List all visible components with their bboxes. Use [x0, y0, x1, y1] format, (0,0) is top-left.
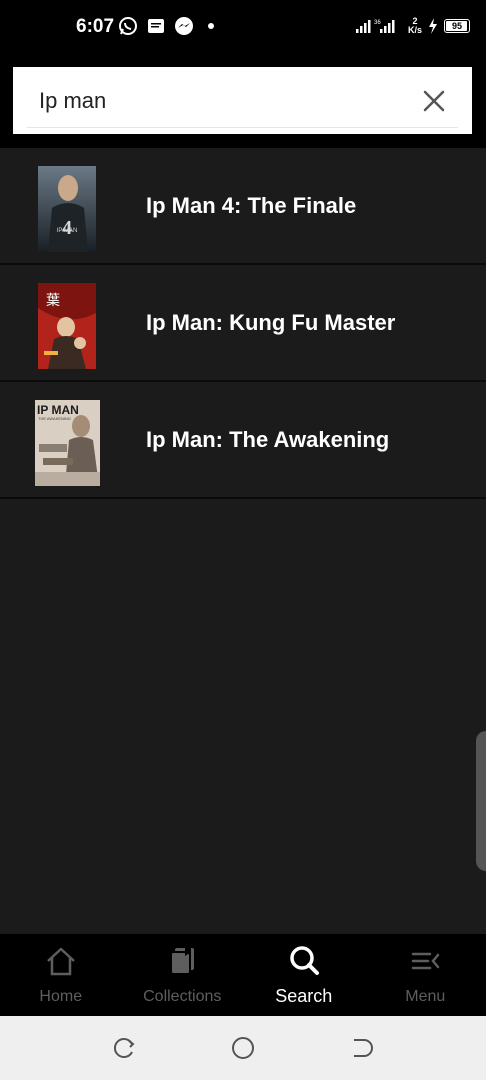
- recents-icon[interactable]: [112, 1036, 136, 1060]
- signal-icon: 36: [355, 20, 395, 33]
- messenger-icon: [175, 17, 193, 35]
- network-speed-unit: K/s: [407, 25, 422, 35]
- poster-text: IP MAN: [57, 228, 78, 234]
- movie-poster: IP MAN THE AWAKENING: [35, 400, 100, 486]
- collections-icon: [170, 948, 195, 975]
- more-notifications-dot: [208, 23, 214, 29]
- scroll-handle[interactable]: [476, 731, 486, 871]
- status-time: 6:07: [76, 16, 115, 37]
- message-icon: [148, 19, 164, 33]
- search-bar: [13, 67, 472, 134]
- whatsapp-icon: [119, 17, 137, 35]
- nav-collections[interactable]: Collections: [122, 934, 244, 1016]
- clear-search-icon[interactable]: [422, 89, 446, 113]
- nav-menu[interactable]: Menu: [365, 934, 486, 1016]
- result-title: Ip Man: Kung Fu Master: [146, 309, 396, 335]
- result-title: Ip Man: The Awakening: [146, 426, 390, 452]
- movie-poster: 4 IP MAN: [38, 166, 96, 252]
- nav-search-label: Search: [275, 986, 333, 1006]
- nav-menu-label: Menu: [405, 988, 446, 1005]
- system-navigation-bar: [0, 1016, 486, 1080]
- nav-home-label: Home: [39, 988, 83, 1005]
- search-results-list: 4 IP MAN Ip Man 4: The Finale 葉 Ip Man: …: [0, 148, 486, 934]
- search-input[interactable]: [39, 85, 399, 117]
- result-item[interactable]: 4 IP MAN Ip Man 4: The Finale: [0, 148, 486, 265]
- home-button-icon[interactable]: [231, 1036, 255, 1060]
- battery-level: 95: [451, 21, 462, 31]
- nav-collections-label: Collections: [143, 988, 222, 1005]
- result-item[interactable]: 葉 Ip Man: Kung Fu Master: [0, 265, 486, 382]
- back-icon[interactable]: [350, 1036, 374, 1060]
- charging-icon: [429, 18, 437, 34]
- notification-icons: [118, 16, 214, 36]
- status-bar: 6:07 36 2 K/s 95: [0, 0, 486, 56]
- home-icon: [46, 947, 75, 976]
- result-item[interactable]: IP MAN THE AWAKENING Ip Man: The Awakeni…: [0, 382, 486, 499]
- nav-home[interactable]: Home: [0, 934, 122, 1016]
- search-icon: [290, 946, 319, 975]
- poster-subtext: THE AWAKENING: [38, 416, 71, 421]
- battery-indicator: 95: [444, 19, 470, 33]
- movie-poster: 葉: [38, 283, 96, 369]
- poster-text: IP MAN: [37, 403, 79, 417]
- result-title: Ip Man 4: The Finale: [146, 192, 357, 218]
- search-underline: [27, 127, 458, 128]
- svg-text:葉: 葉: [46, 293, 60, 309]
- svg-text:36: 36: [374, 20, 381, 26]
- nav-search[interactable]: Search: [243, 934, 365, 1016]
- menu-icon: [412, 952, 440, 970]
- network-speed: 2 K/s: [408, 17, 422, 35]
- bottom-navigation: Home Collections Search Menu: [0, 934, 486, 1016]
- system-status: 36 2 K/s 95: [355, 17, 470, 35]
